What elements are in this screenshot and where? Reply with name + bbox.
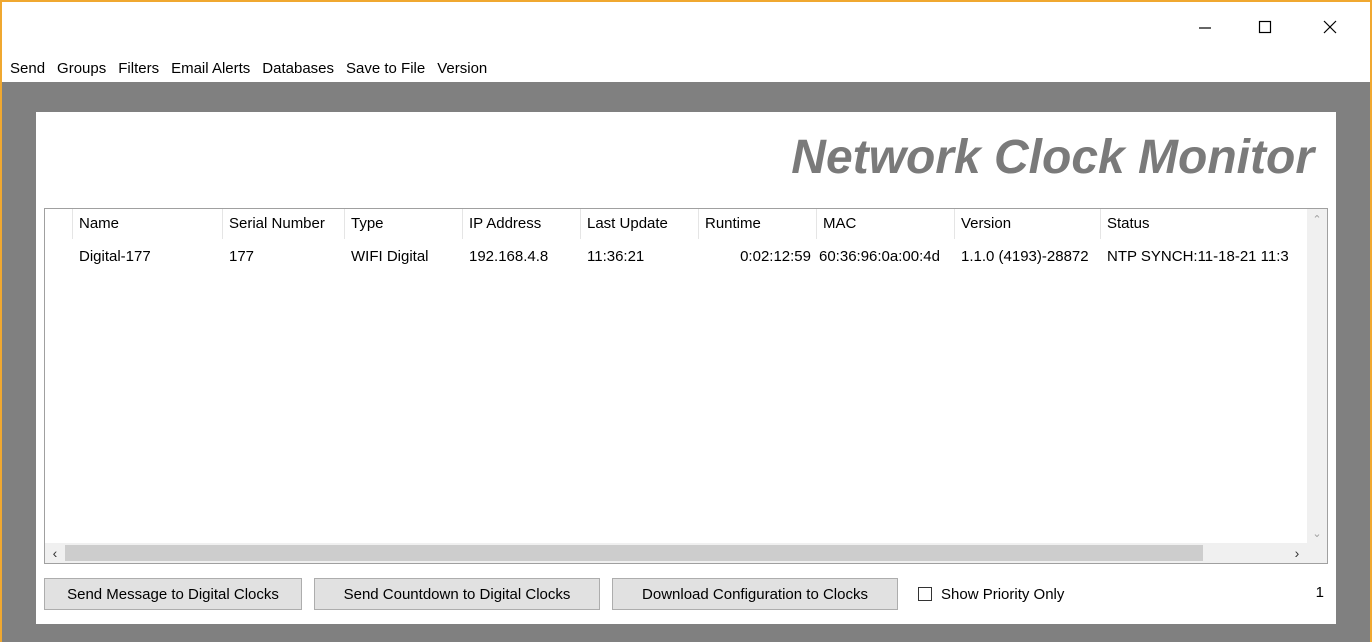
table-row[interactable]: Digital-177 177 WIFI Digital 192.168.4.8… — [45, 245, 1307, 269]
menu-databases[interactable]: Databases — [262, 60, 334, 77]
cell-last-update: 11:36:21 — [587, 248, 645, 265]
send-countdown-button[interactable]: Send Countdown to Digital Clocks — [314, 578, 600, 610]
column-header-name[interactable]: Name — [73, 209, 223, 239]
column-header-type[interactable]: Type — [345, 209, 463, 239]
menu-send[interactable]: Send — [10, 60, 45, 77]
column-header-ip[interactable]: IP Address — [463, 209, 581, 239]
maximize-icon[interactable] — [1242, 10, 1288, 44]
app-window: Send Groups Filters Email Alerts Databas… — [0, 0, 1372, 642]
download-config-button[interactable]: Download Configuration to Clocks — [612, 578, 898, 610]
app-title: Network Clock Monitor — [791, 131, 1314, 184]
cell-runtime: 0:02:12:59 — [740, 248, 811, 265]
show-priority-label: Show Priority Only — [941, 585, 1065, 603]
clock-count: 1 — [1315, 584, 1324, 601]
column-header-version[interactable]: Version — [955, 209, 1101, 239]
title-bar — [2, 2, 1370, 52]
clock-list[interactable]: Name Serial Number Type IP Address Last … — [44, 208, 1328, 564]
horizontal-scrollbar[interactable]: ‹ › — [45, 543, 1327, 563]
horizontal-scroll-thumb[interactable] — [65, 545, 1203, 561]
menu-filters[interactable]: Filters — [118, 60, 159, 77]
scroll-left-icon[interactable]: ‹ — [45, 543, 65, 563]
show-priority-checkbox[interactable]: Show Priority Only — [918, 584, 1064, 604]
menu-save-to-file[interactable]: Save to File — [346, 60, 425, 77]
column-header-last-update[interactable]: Last Update — [581, 209, 699, 239]
menu-groups[interactable]: Groups — [57, 60, 106, 77]
column-header-blank[interactable] — [45, 209, 73, 239]
cell-status: NTP SYNCH:11-18-21 11:3 — [1107, 248, 1289, 265]
main-panel: Network Clock Monitor Name Serial Number… — [36, 112, 1336, 624]
vertical-scrollbar[interactable]: ⌃ ⌄ — [1307, 209, 1327, 543]
column-header-serial[interactable]: Serial Number — [223, 209, 345, 239]
minimize-icon[interactable] — [1182, 10, 1228, 44]
checkbox-box[interactable] — [918, 587, 932, 601]
cell-name: Digital-177 — [79, 248, 151, 265]
scroll-down-icon[interactable]: ⌄ — [1307, 523, 1327, 543]
cell-serial: 177 — [229, 248, 255, 265]
cell-mac: 60:36:96:0a:00:4d — [819, 248, 940, 265]
list-header: Name Serial Number Type IP Address Last … — [45, 209, 1307, 239]
scroll-corner — [1307, 543, 1327, 563]
clock-list-content: Name Serial Number Type IP Address Last … — [45, 209, 1307, 543]
column-header-mac[interactable]: MAC — [817, 209, 955, 239]
cell-type: WIFI Digital — [351, 248, 429, 265]
column-header-runtime[interactable]: Runtime — [699, 209, 817, 239]
column-header-status[interactable]: Status — [1101, 209, 1307, 239]
menu-bar: Send Groups Filters Email Alerts Databas… — [2, 56, 1370, 80]
scroll-up-icon[interactable]: ⌃ — [1307, 209, 1327, 229]
cell-ip: 192.168.4.8 — [469, 248, 549, 265]
work-area: Network Clock Monitor Name Serial Number… — [2, 82, 1370, 642]
menu-version[interactable]: Version — [437, 60, 487, 77]
menu-email-alerts[interactable]: Email Alerts — [171, 60, 250, 77]
cell-version: 1.1.0 (4193)-28872 — [961, 248, 1089, 265]
close-icon[interactable] — [1307, 10, 1353, 44]
scroll-right-icon[interactable]: › — [1287, 543, 1307, 563]
send-message-button[interactable]: Send Message to Digital Clocks — [44, 578, 302, 610]
